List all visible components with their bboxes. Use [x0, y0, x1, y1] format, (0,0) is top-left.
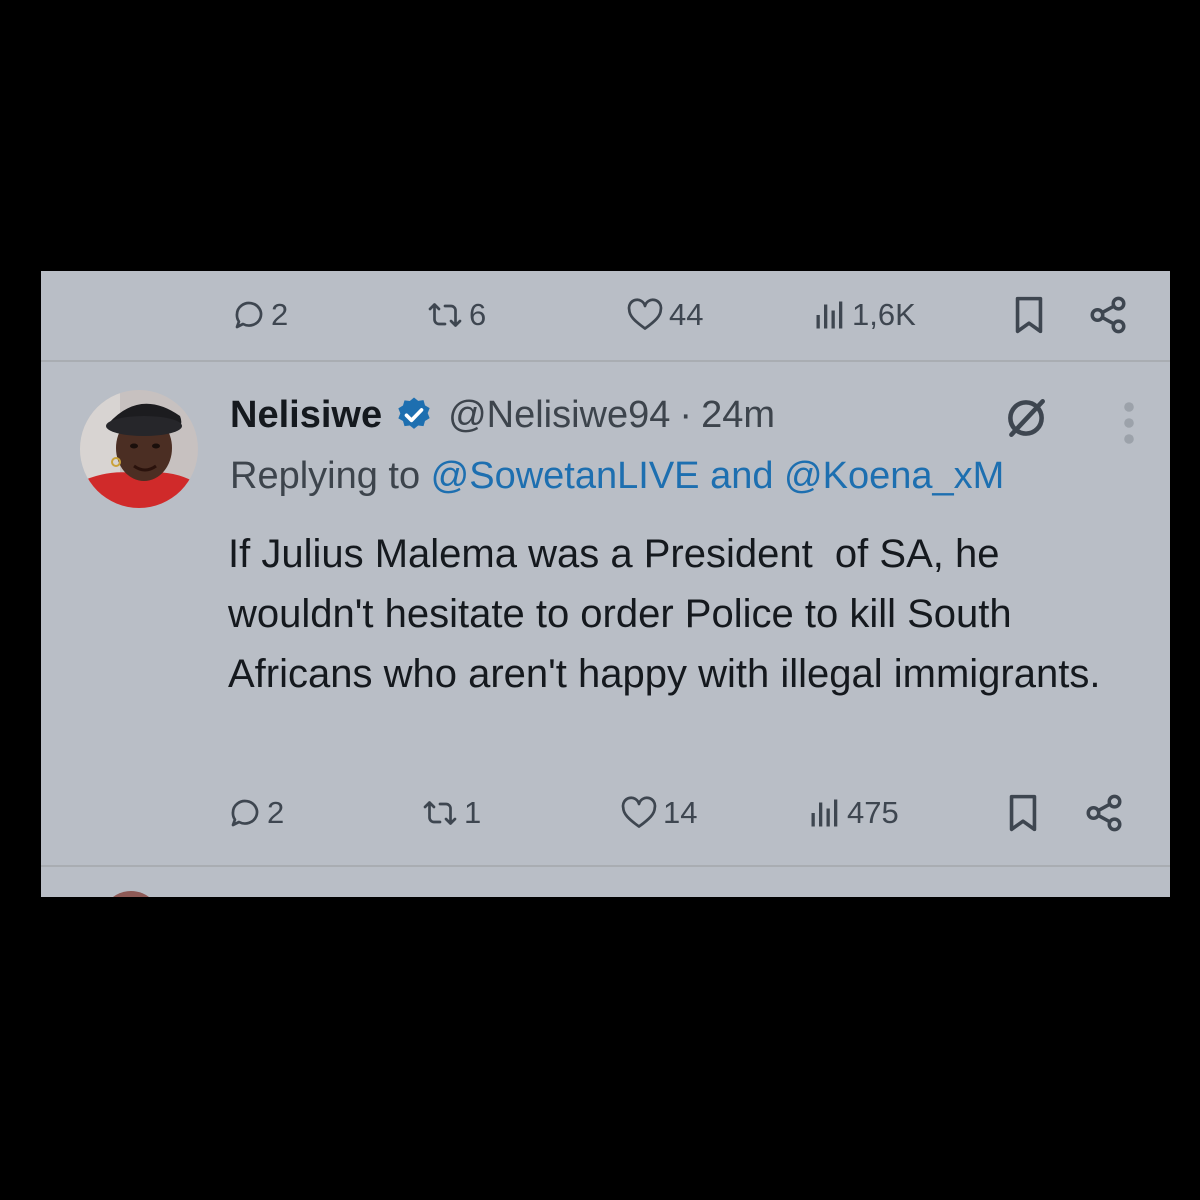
replying-to-line: Replying to @SowetanLIVE and @Koena_xM [230, 455, 1004, 498]
repost-icon [423, 801, 457, 825]
repost-icon [428, 303, 462, 327]
views-icon [811, 799, 838, 827]
tweet-thread-card: 2 6 44 1,6K Nelisiwe @Nelisiwe94 · 24m R… [41, 271, 1170, 897]
mention-link-koena[interactable]: @Koena_xM [784, 455, 1004, 497]
prev-like-count: 44 [669, 297, 704, 332]
prev-reply-button[interactable]: 2 [231, 285, 288, 345]
reply-count: 2 [267, 795, 285, 830]
like-button[interactable]: 14 [619, 783, 697, 843]
share-icon [1086, 794, 1122, 832]
prev-views-count: 1,6K [852, 297, 916, 332]
prev-like-button[interactable]: 44 [625, 285, 703, 345]
replying-to-label: Replying to [230, 455, 431, 497]
reply-icon [235, 301, 263, 329]
tweet-header: Nelisiwe @Nelisiwe94 · 24m [230, 389, 775, 441]
more-vertical-icon[interactable] [1121, 401, 1137, 445]
reply-icon [231, 799, 259, 827]
author-handle[interactable]: @Nelisiwe94 [448, 394, 670, 437]
mention-link-sowetanlive[interactable]: @SowetanLIVE [431, 455, 700, 497]
prev-repost-button[interactable]: 6 [425, 285, 486, 345]
tweet-action-bar: 2 1 14 475 [41, 783, 1170, 843]
tweet-timestamp[interactable]: 24m [701, 394, 775, 437]
views-icon [816, 301, 843, 329]
bookmark-icon [1009, 794, 1037, 832]
avatar-photo [80, 390, 198, 508]
repost-count: 1 [464, 795, 482, 830]
tweet-text: If Julius Malema was a President of SA, … [228, 532, 1101, 696]
grok-icon[interactable] [1001, 393, 1051, 443]
views-button[interactable]: 475 [807, 783, 899, 843]
divider [41, 865, 1170, 867]
avatar[interactable] [80, 390, 198, 508]
verified-badge-icon [398, 397, 430, 429]
prev-reply-count: 2 [271, 297, 289, 332]
prev-bookmark-button[interactable] [1011, 285, 1047, 345]
next-tweet-avatar[interactable] [101, 891, 161, 897]
author-name[interactable]: Nelisiwe [230, 394, 382, 437]
reply-button[interactable]: 2 [227, 783, 284, 843]
share-button[interactable] [1083, 783, 1125, 843]
prev-tweet-action-bar: 2 6 44 1,6K [41, 285, 1170, 345]
separator-dot: · [679, 393, 693, 436]
replying-joiner: and [699, 455, 785, 497]
repost-button[interactable]: 1 [420, 783, 481, 843]
prev-share-button[interactable] [1087, 285, 1129, 345]
views-count: 475 [847, 795, 899, 830]
prev-repost-count: 6 [469, 297, 487, 332]
like-count: 14 [663, 795, 698, 830]
bookmark-button[interactable] [1005, 783, 1041, 843]
bookmark-icon [1015, 296, 1043, 334]
share-icon [1090, 296, 1126, 334]
divider [41, 360, 1170, 362]
prev-views-button[interactable]: 1,6K [812, 285, 916, 345]
heart-icon [621, 796, 657, 828]
heart-icon [627, 298, 663, 330]
